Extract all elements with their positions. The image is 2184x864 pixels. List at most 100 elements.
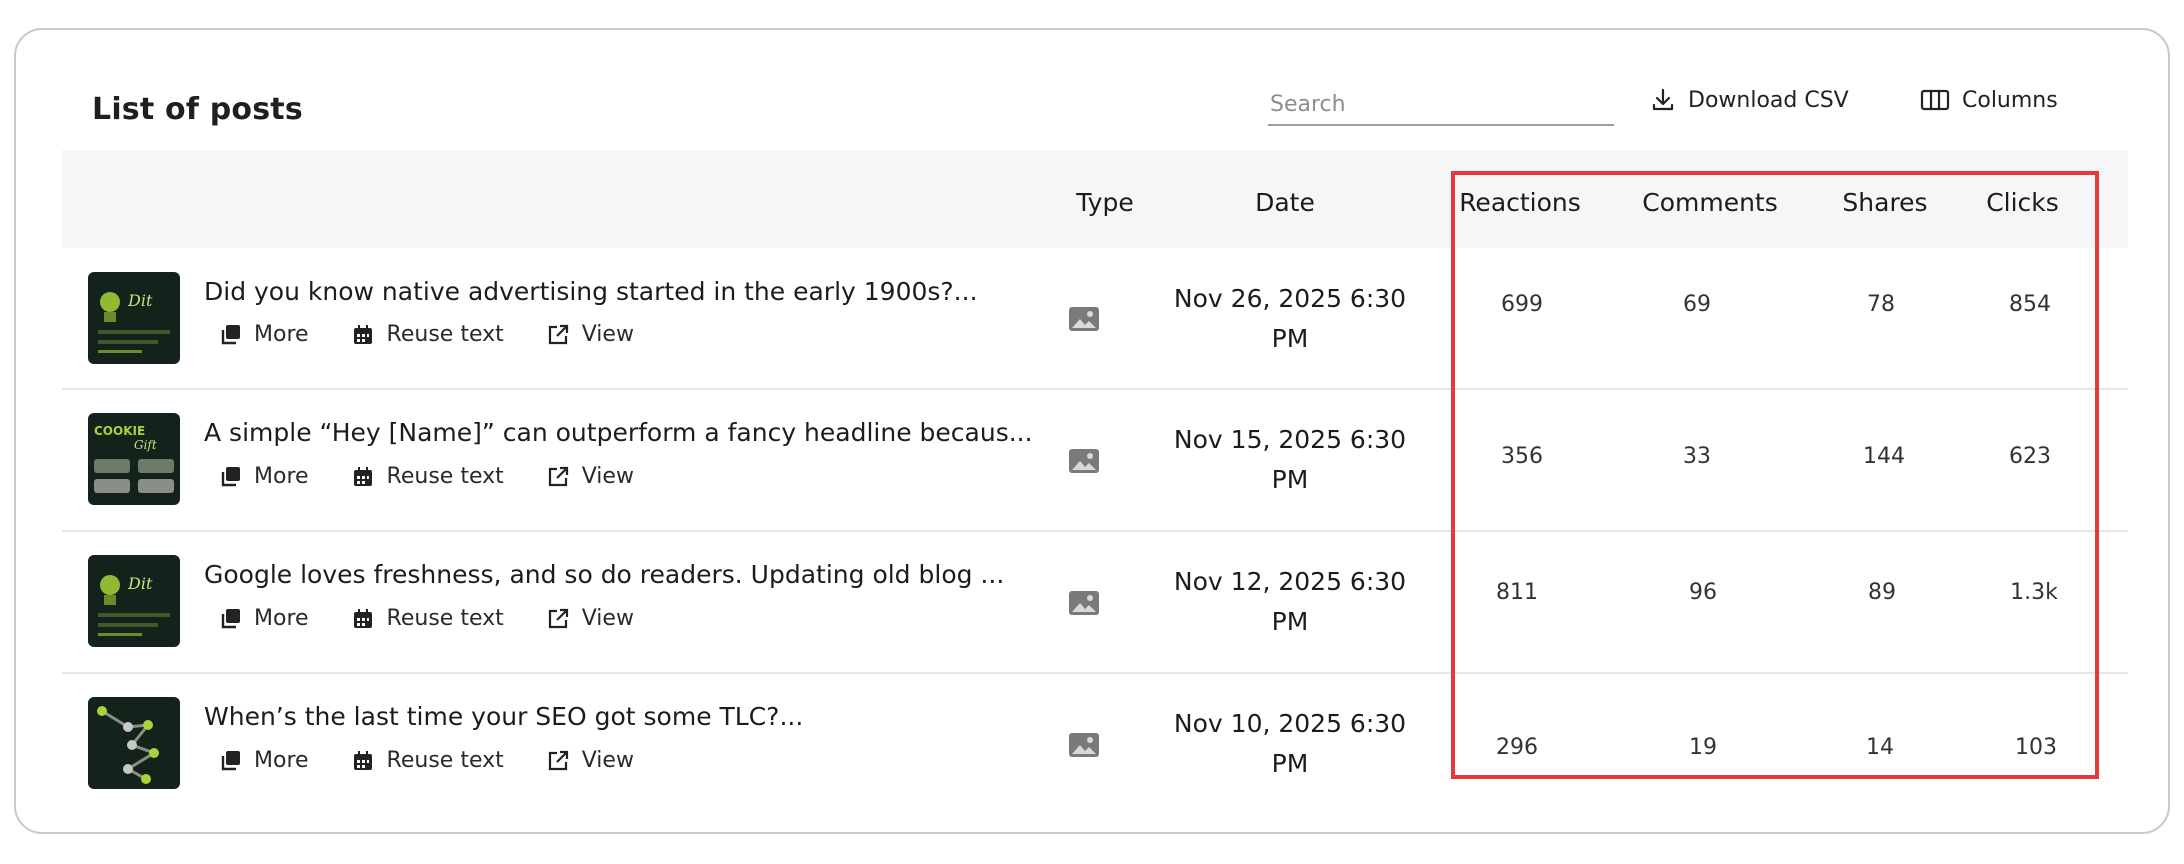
copy-icon bbox=[218, 323, 242, 347]
copy-icon bbox=[218, 607, 242, 631]
post-thumbnail[interactable]: Dit bbox=[88, 555, 180, 647]
image-type-icon bbox=[1069, 449, 1099, 473]
post-thumbnail[interactable]: COOKIE Gift bbox=[88, 413, 180, 505]
reactions-value: 811 bbox=[1496, 580, 1538, 605]
reactions-value: 296 bbox=[1496, 735, 1538, 760]
calendar-icon bbox=[351, 323, 375, 347]
post-date: Nov 10, 2025 6:30 PM bbox=[1160, 704, 1420, 784]
post-date: Nov 26, 2025 6:30 PM bbox=[1160, 279, 1420, 359]
clicks-value: 103 bbox=[2015, 735, 2057, 760]
download-csv-button[interactable]: Download CSV bbox=[1650, 80, 1849, 120]
date-line: PM bbox=[1271, 324, 1309, 353]
date-line: PM bbox=[1271, 607, 1309, 636]
clicks-value: 623 bbox=[2009, 444, 2051, 469]
image-type-icon bbox=[1069, 733, 1099, 757]
search-input[interactable] bbox=[1268, 84, 1614, 124]
post-actions: More Reuse text View bbox=[218, 464, 634, 489]
comments-value: 33 bbox=[1683, 444, 1711, 469]
copy-icon bbox=[218, 465, 242, 489]
more-label: More bbox=[254, 322, 309, 347]
date-line: PM bbox=[1271, 465, 1309, 494]
external-link-icon bbox=[546, 607, 570, 631]
view-button[interactable]: View bbox=[546, 464, 634, 489]
column-header-type[interactable]: Type bbox=[1050, 188, 1160, 217]
column-header-comments[interactable]: Comments bbox=[1630, 188, 1790, 217]
column-header-reactions[interactable]: Reactions bbox=[1450, 188, 1590, 217]
view-button[interactable]: View bbox=[546, 748, 634, 773]
shares-value: 78 bbox=[1867, 292, 1895, 317]
page-title: List of posts bbox=[92, 92, 303, 127]
post-actions: More Reuse text View bbox=[218, 748, 634, 773]
svg-text:Dit: Dit bbox=[127, 574, 153, 593]
date-line: Nov 15, 2025 6:30 bbox=[1173, 425, 1407, 454]
download-csv-label: Download CSV bbox=[1688, 87, 1849, 113]
post-title[interactable]: A simple “Hey [Name]” can outperform a f… bbox=[204, 418, 1033, 447]
comments-value: 19 bbox=[1689, 735, 1717, 760]
search-field[interactable] bbox=[1268, 84, 1614, 126]
view-button[interactable]: View bbox=[546, 606, 634, 631]
post-thumbnail[interactable] bbox=[88, 697, 180, 789]
calendar-icon bbox=[351, 749, 375, 773]
post-title[interactable]: Did you know native advertising started … bbox=[204, 277, 978, 306]
shares-value: 14 bbox=[1866, 735, 1894, 760]
row-divider bbox=[62, 388, 2128, 390]
reactions-value: 356 bbox=[1501, 444, 1543, 469]
image-type-icon bbox=[1069, 591, 1099, 615]
column-header-clicks[interactable]: Clicks bbox=[1970, 188, 2075, 217]
copy-icon bbox=[218, 749, 242, 773]
external-link-icon bbox=[546, 749, 570, 773]
reactions-value: 699 bbox=[1501, 292, 1543, 317]
date-line: PM bbox=[1271, 749, 1309, 778]
more-button[interactable]: More bbox=[218, 748, 309, 773]
svg-text:Gift: Gift bbox=[134, 438, 157, 452]
view-button[interactable]: View bbox=[546, 322, 634, 347]
columns-button[interactable]: Columns bbox=[1920, 80, 2058, 120]
post-actions: More Reuse text View bbox=[218, 322, 634, 347]
post-date: Nov 12, 2025 6:30 PM bbox=[1160, 562, 1420, 642]
external-link-icon bbox=[546, 465, 570, 489]
comments-value: 69 bbox=[1683, 292, 1711, 317]
reuse-text-button[interactable]: Reuse text bbox=[351, 748, 504, 773]
date-line: Nov 12, 2025 6:30 bbox=[1173, 567, 1407, 596]
post-title[interactable]: When’s the last time your SEO got some T… bbox=[204, 702, 803, 731]
row-divider bbox=[62, 672, 2128, 674]
columns-icon bbox=[1920, 88, 1950, 112]
more-label: More bbox=[254, 464, 309, 489]
comments-value: 96 bbox=[1689, 580, 1717, 605]
column-header-shares[interactable]: Shares bbox=[1830, 188, 1940, 217]
post-thumbnail[interactable]: Dit bbox=[88, 272, 180, 364]
shares-value: 144 bbox=[1863, 444, 1905, 469]
post-title[interactable]: Google loves freshness, and so do reader… bbox=[204, 560, 1004, 589]
download-icon bbox=[1650, 87, 1676, 113]
reuse-text-label: Reuse text bbox=[386, 322, 504, 347]
more-label: More bbox=[254, 606, 309, 631]
calendar-icon bbox=[351, 607, 375, 631]
reuse-text-button[interactable]: Reuse text bbox=[351, 322, 504, 347]
svg-text:Dit: Dit bbox=[127, 291, 153, 310]
image-type-icon bbox=[1069, 307, 1099, 331]
post-actions: More Reuse text View bbox=[218, 606, 634, 631]
columns-label: Columns bbox=[1962, 87, 2058, 113]
shares-value: 89 bbox=[1868, 580, 1896, 605]
more-button[interactable]: More bbox=[218, 322, 309, 347]
more-button[interactable]: More bbox=[218, 464, 309, 489]
calendar-icon bbox=[351, 465, 375, 489]
view-label: View bbox=[581, 322, 634, 347]
reuse-text-button[interactable]: Reuse text bbox=[351, 606, 504, 631]
reuse-text-label: Reuse text bbox=[386, 748, 504, 773]
external-link-icon bbox=[546, 323, 570, 347]
more-button[interactable]: More bbox=[218, 606, 309, 631]
post-date: Nov 15, 2025 6:30 PM bbox=[1160, 420, 1420, 500]
clicks-value: 854 bbox=[2009, 292, 2051, 317]
view-label: View bbox=[581, 748, 634, 773]
date-line: Nov 26, 2025 6:30 bbox=[1173, 284, 1407, 313]
column-header-date[interactable]: Date bbox=[1225, 188, 1345, 217]
view-label: View bbox=[581, 606, 634, 631]
reuse-text-label: Reuse text bbox=[386, 464, 504, 489]
more-label: More bbox=[254, 748, 309, 773]
reuse-text-button[interactable]: Reuse text bbox=[351, 464, 504, 489]
svg-text:COOKIE: COOKIE bbox=[94, 424, 145, 438]
row-divider bbox=[62, 530, 2128, 532]
clicks-value: 1.3k bbox=[2010, 580, 2058, 605]
reuse-text-label: Reuse text bbox=[386, 606, 504, 631]
